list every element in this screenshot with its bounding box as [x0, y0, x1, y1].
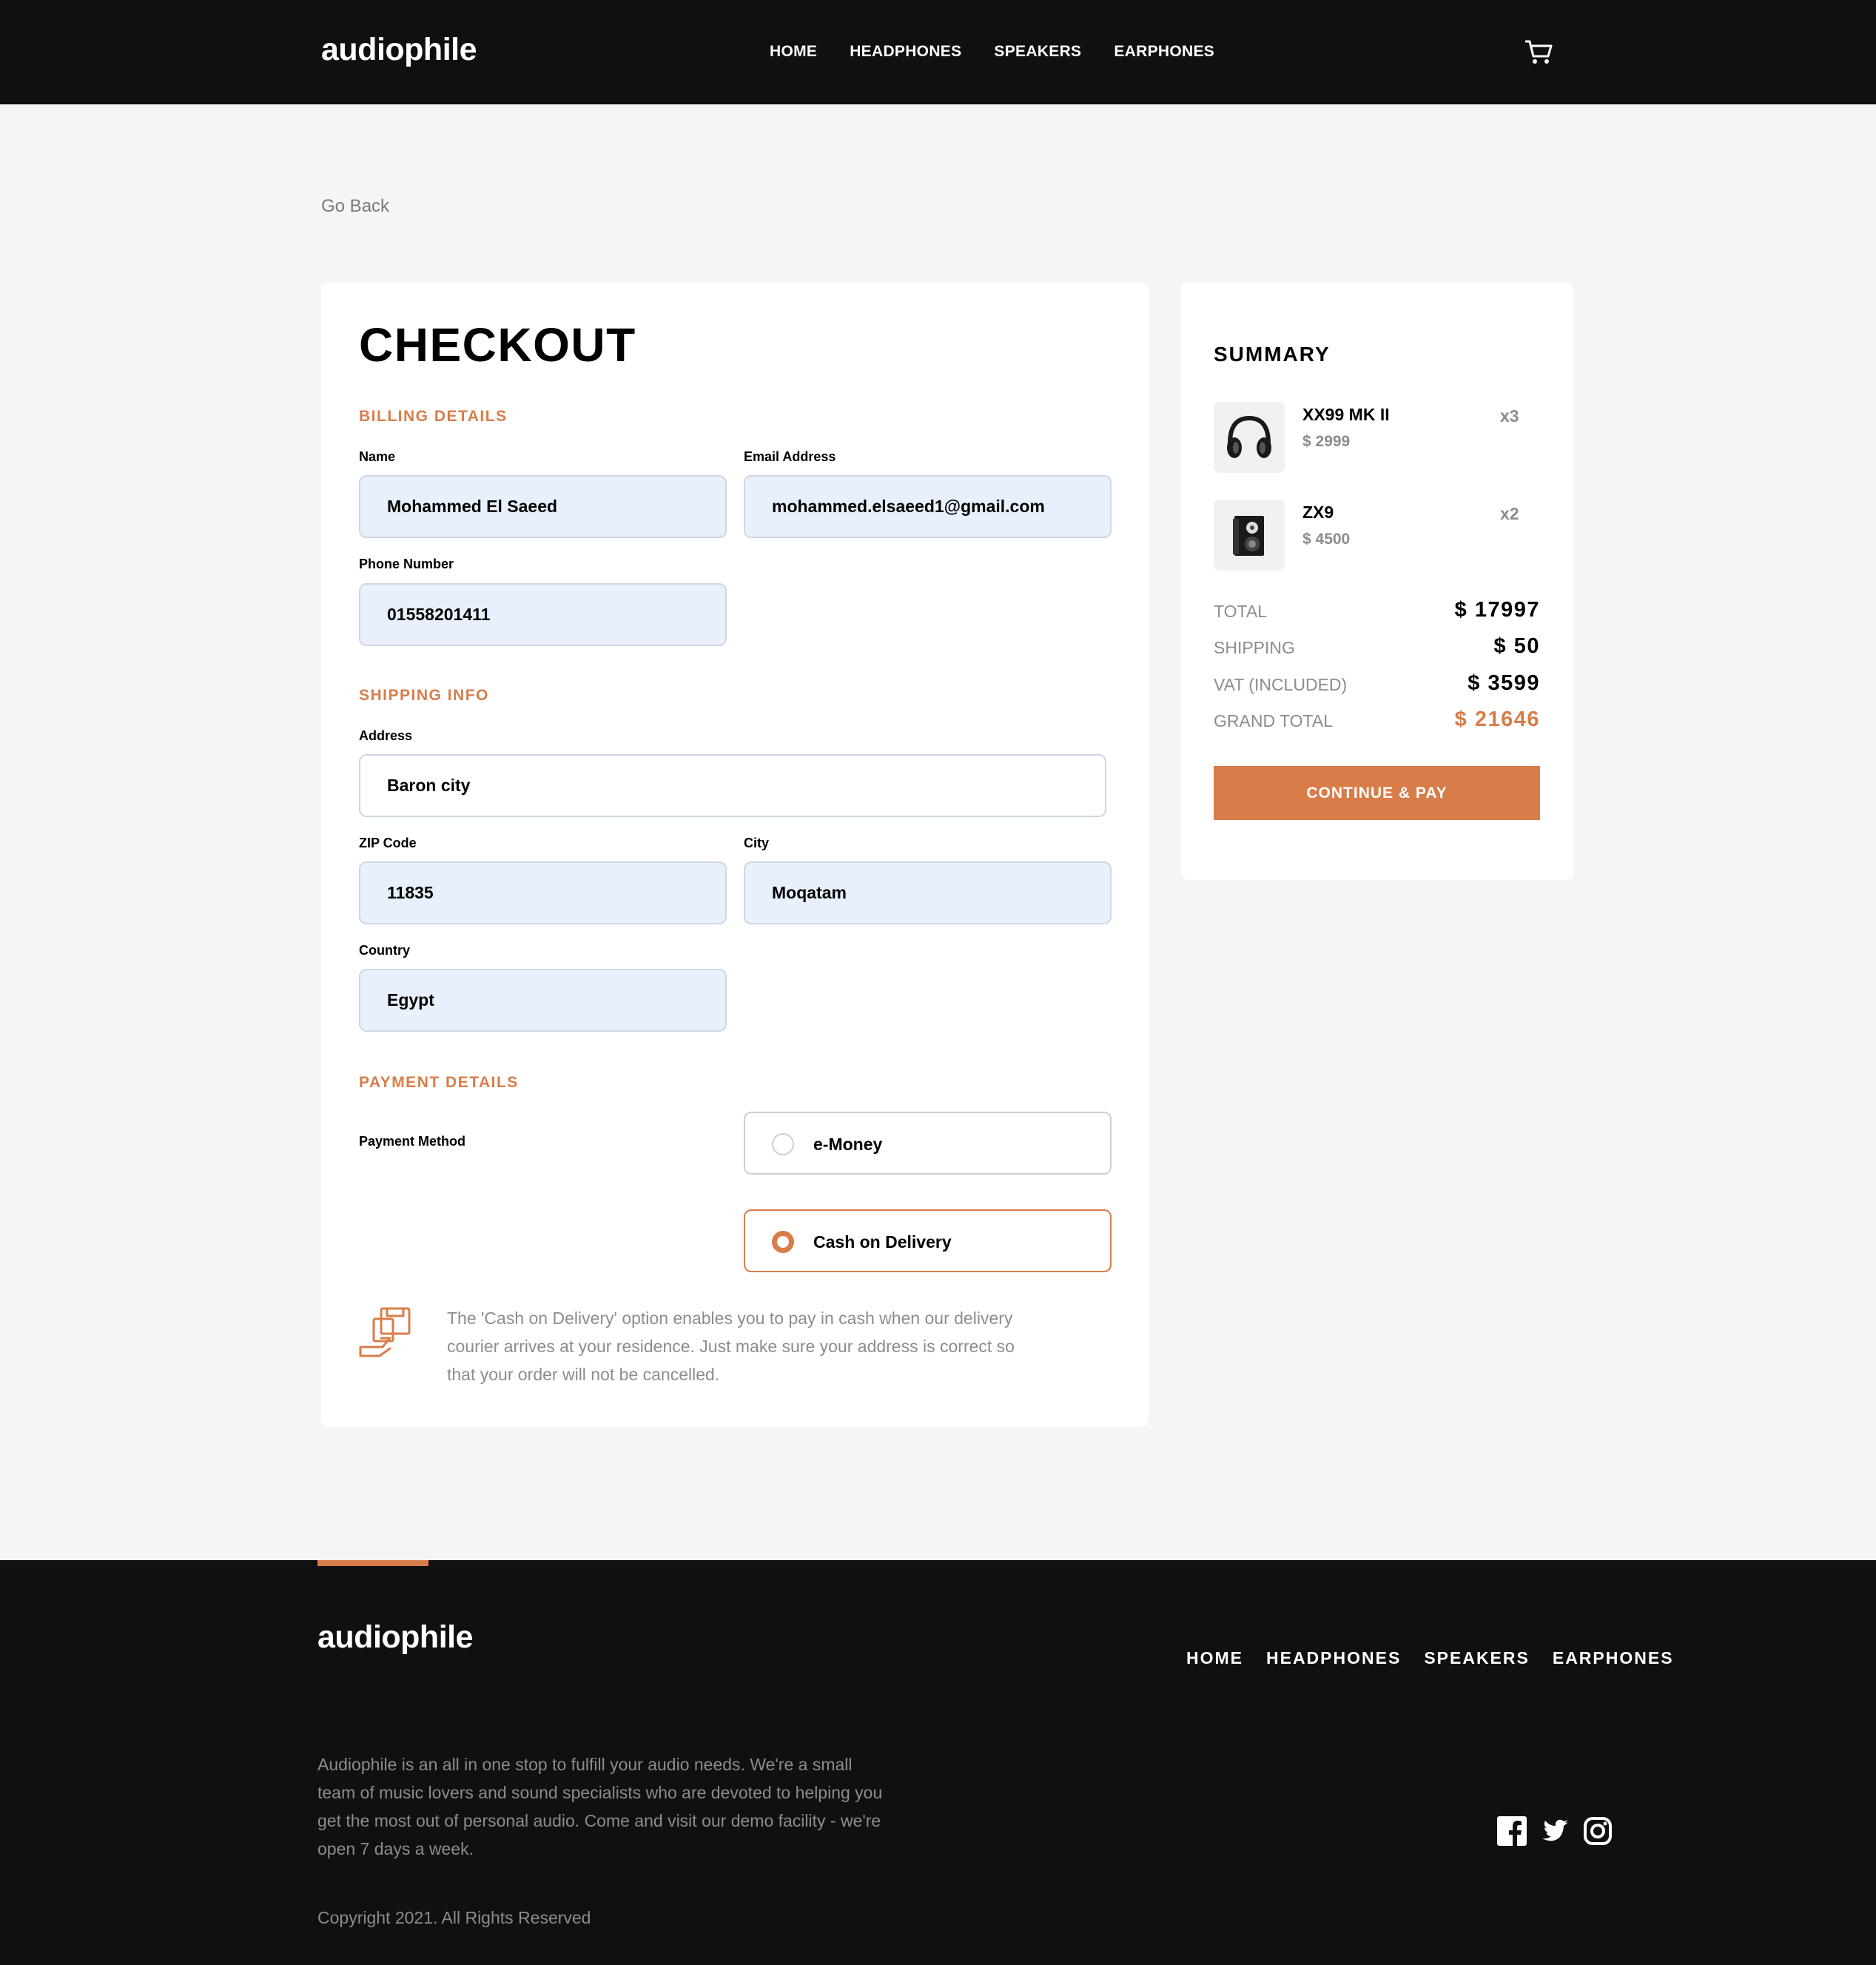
city-label: City [744, 836, 770, 850]
payment-option-label: e-Money [813, 1135, 883, 1154]
cash-on-delivery-note: The 'Cash on Delivery' option enables yo… [447, 1309, 1015, 1384]
facebook-icon[interactable] [1497, 1816, 1527, 1846]
billing-details-heading: BILLING DETAILS [359, 408, 508, 425]
total-label: TOTAL [1214, 602, 1267, 621]
cash-on-delivery-icon [359, 1307, 411, 1357]
item-quantity: x3 [1500, 406, 1519, 426]
footer-nav-link-headphones[interactable]: HEADPHONES [1266, 1648, 1401, 1668]
item-price: $ 4500 [1302, 531, 1351, 548]
radio-button-selected[interactable] [772, 1231, 794, 1253]
summary-title: SUMMARY [1214, 343, 1331, 366]
cart-icon[interactable] [1524, 38, 1553, 65]
city-field[interactable]: Moqatam [744, 861, 1112, 924]
phone-field[interactable]: 01558201411 [359, 583, 727, 646]
phone-label: Phone Number [359, 557, 454, 571]
continue-and-pay-button[interactable]: CONTINUE & PAY [1214, 766, 1540, 820]
product-thumbnail [1214, 402, 1285, 473]
nav-link-headphones[interactable]: HEADPHONES [850, 43, 961, 61]
go-back-link[interactable]: Go Back [321, 196, 389, 217]
product-thumbnail [1214, 500, 1285, 571]
item-quantity: x2 [1500, 504, 1519, 523]
payment-details-heading: PAYMENT DETAILS [359, 1074, 519, 1091]
payment-option-cash-on-delivery[interactable]: Cash on Delivery [744, 1209, 1112, 1272]
twitter-icon[interactable] [1540, 1816, 1570, 1846]
payment-method-label: Payment Method [359, 1134, 466, 1149]
main-nav: HOME HEADPHONES SPEAKERS EARPHONES [770, 43, 1214, 61]
footer-nav: HOME HEADPHONES SPEAKERS EARPHONES [1186, 1648, 1674, 1668]
speaker-icon [1233, 516, 1264, 556]
footer-nav-link-speakers[interactable]: SPEAKERS [1424, 1648, 1530, 1668]
page-title: CHECKOUT [359, 318, 636, 372]
footer-brand-logo[interactable]: audiophile [317, 1619, 474, 1656]
address-label: Address [359, 728, 413, 743]
site-footer: audiophile HOME HEADPHONES SPEAKERS EARP… [0, 1560, 1876, 1965]
site-header: audiophile HOME HEADPHONES SPEAKERS EARP… [0, 0, 1876, 104]
checkout-form: CHECKOUT BILLING DETAILS Name Mohammed E… [321, 282, 1149, 1427]
payment-option-label: Cash on Delivery [813, 1232, 952, 1252]
nav-link-earphones[interactable]: EARPHONES [1114, 43, 1214, 61]
instagram-icon[interactable] [1583, 1816, 1613, 1846]
grand-total-label: GRAND TOTAL [1214, 711, 1334, 730]
brand-logo[interactable]: audiophile [321, 32, 477, 68]
vat-label: VAT (INCLUDED) [1214, 675, 1348, 694]
headphones-icon [1227, 415, 1271, 458]
grand-total-value: $ 21646 [1454, 708, 1540, 731]
total-value: $ 17997 [1454, 598, 1540, 622]
email-field[interactable]: mohammed.elsaeed1@gmail.com [744, 475, 1112, 538]
zip-field[interactable]: 11835 [359, 861, 727, 924]
email-label: Email Address [744, 449, 836, 464]
radio-button[interactable] [772, 1133, 794, 1155]
shipping-info-heading: SHIPPING INFO [359, 687, 489, 704]
name-field[interactable]: Mohammed El Saeed [359, 475, 727, 538]
footer-nav-link-earphones[interactable]: EARPHONES [1553, 1648, 1674, 1668]
copyright-text: Copyright 2021. All Rights Reserved [317, 1908, 591, 1927]
item-name: ZX9 [1302, 503, 1334, 522]
footer-nav-link-home[interactable]: HOME [1186, 1648, 1243, 1668]
item-name: XX99 MK II [1302, 405, 1390, 424]
shipping-label: SHIPPING [1214, 638, 1295, 657]
vat-value: $ 3599 [1467, 671, 1540, 695]
nav-link-speakers[interactable]: SPEAKERS [994, 43, 1081, 61]
name-label: Name [359, 449, 396, 464]
footer-description: Audiophile is an all in one stop to fulf… [317, 1755, 883, 1858]
item-price: $ 2999 [1302, 433, 1351, 450]
payment-option-emoney[interactable]: e-Money [744, 1112, 1112, 1175]
shipping-value: $ 50 [1493, 634, 1540, 658]
nav-link-home[interactable]: HOME [770, 43, 817, 61]
order-summary: SUMMARY XX99 MK II $ 2999 x3 ZX9 $ 4500 … [1181, 282, 1573, 880]
footer-accent-bar [317, 1560, 428, 1566]
zip-label: ZIP Code [359, 836, 417, 850]
address-field[interactable]: Baron city [359, 754, 1106, 817]
country-field[interactable]: Egypt [359, 969, 727, 1032]
country-label: Country [359, 943, 410, 958]
